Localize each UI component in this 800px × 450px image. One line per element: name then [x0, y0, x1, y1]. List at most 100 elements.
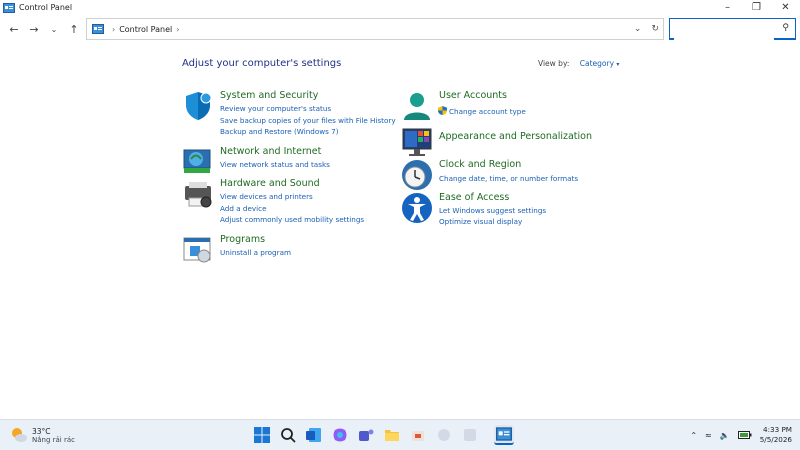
pinned-app-faded-2[interactable]	[460, 425, 480, 445]
clock-time: 4:33 PM	[763, 425, 792, 434]
battery-icon[interactable]	[737, 430, 752, 440]
category-user-accounts: User Accounts Change account type	[401, 90, 611, 124]
navigation-bar: ← → ⌄ ↑ › Control Panel › ⌄ ↻ ⚲	[0, 15, 800, 43]
word-app[interactable]	[304, 425, 324, 445]
category-title[interactable]: Programs	[220, 234, 265, 245]
category-network-internet: Network and Internet View network status…	[182, 146, 392, 176]
start-button[interactable]	[252, 425, 272, 445]
minimize-icon: –	[725, 2, 730, 13]
category-title[interactable]: Ease of Access	[439, 192, 509, 203]
maximize-button[interactable]: ❐	[742, 0, 771, 15]
search-box[interactable]: ⚲	[669, 18, 796, 41]
clock[interactable]: 4:33 PM 5/5/2026	[760, 425, 792, 445]
caret-down-icon: ▾	[616, 61, 620, 68]
close-button[interactable]: ✕	[771, 0, 800, 15]
chevron-right-icon[interactable]: ›	[176, 25, 179, 34]
search-icon	[281, 428, 296, 443]
view-by-value: Category	[579, 59, 615, 68]
search-input[interactable]	[674, 22, 774, 41]
address-bar[interactable]: › Control Panel › ⌄ ↻	[86, 18, 664, 40]
back-button[interactable]: ←	[4, 19, 24, 39]
restore-icon: ❐	[752, 2, 761, 13]
control-panel-window: Control Panel – ❐ ✕ ← → ⌄ ↑ › Control Pa…	[0, 0, 800, 450]
control-panel-taskbar-app[interactable]	[494, 425, 514, 445]
category-title[interactable]: Network and Internet	[220, 146, 321, 157]
link-change-account-type[interactable]: Change account type	[449, 107, 526, 116]
system-tray: ⌃ ≈ 🔈 4:33 PM 5/5/2026	[690, 425, 792, 445]
teams-icon	[359, 429, 374, 441]
chevron-right-icon: ›	[112, 24, 116, 34]
link-date-time-formats[interactable]: Change date, time, or number formats	[439, 174, 578, 183]
arrow-left-icon: ←	[9, 22, 19, 36]
copilot-app[interactable]	[330, 425, 350, 445]
app-icon	[464, 429, 476, 441]
monitor-icon	[402, 128, 432, 156]
link-add-device[interactable]: Add a device	[220, 204, 267, 213]
category-hardware-sound: Hardware and Sound View devices and prin…	[182, 178, 392, 228]
folder-icon	[385, 430, 399, 441]
link-devices-printers[interactable]: View devices and printers	[220, 192, 313, 201]
windows-icon	[254, 427, 270, 443]
search-icon[interactable]: ⚲	[782, 23, 789, 33]
taskbar-apps	[252, 425, 514, 445]
window-title: Control Panel	[19, 3, 73, 12]
link-backup-restore[interactable]: Backup and Restore (Windows 7)	[220, 127, 339, 136]
weather-description: Nắng rải rác	[32, 435, 75, 444]
programs-icon	[183, 237, 211, 263]
minimize-button[interactable]: –	[713, 0, 742, 15]
category-title[interactable]: System and Security	[220, 90, 318, 101]
page-title: Adjust your computer's settings	[182, 58, 342, 69]
close-icon: ✕	[781, 2, 790, 13]
chevron-down-icon: ⌄	[50, 24, 58, 34]
link-optimize-visual[interactable]: Optimize visual display	[439, 217, 522, 226]
link-review-status[interactable]: Review your computer's status	[220, 104, 331, 113]
wifi-icon[interactable]: ≈	[705, 431, 712, 440]
category-ease-of-access: Ease of Access Let Windows suggest setti…	[401, 192, 611, 232]
view-by: View by: Category ▾	[538, 59, 619, 68]
control-panel-icon	[92, 24, 104, 34]
breadcrumb-control-panel[interactable]: Control Panel	[119, 25, 172, 34]
refresh-icon[interactable]: ↻	[651, 24, 659, 34]
uac-shield-icon	[438, 106, 447, 115]
weather-widget[interactable]: 33°C Nắng rải rác	[10, 426, 75, 444]
category-system-security: System and Security Review your computer…	[182, 90, 396, 140]
link-mobility-settings[interactable]: Adjust commonly used mobility settings	[220, 215, 364, 224]
category-title[interactable]: User Accounts	[439, 90, 507, 101]
printer-icon	[185, 182, 212, 208]
address-dropdown-icon[interactable]: ⌄	[634, 24, 642, 34]
copilot-icon	[333, 428, 347, 442]
weather-temperature: 33°C	[32, 426, 51, 436]
category-title[interactable]: Appearance and Personalization	[439, 131, 592, 142]
word-icon	[306, 428, 321, 442]
control-panel-icon	[496, 427, 512, 441]
clock-date: 5/5/2026	[759, 435, 792, 444]
link-suggest-settings[interactable]: Let Windows suggest settings	[439, 206, 546, 215]
arrow-right-icon: →	[29, 22, 39, 36]
pinned-app-faded[interactable]	[434, 425, 454, 445]
link-uninstall-program[interactable]: Uninstall a program	[220, 248, 291, 257]
shield-icon	[186, 92, 212, 120]
category-appearance: Appearance and Personalization	[401, 127, 631, 156]
category-programs: Programs Uninstall a program	[182, 234, 392, 264]
category-title[interactable]: Hardware and Sound	[220, 178, 320, 189]
volume-icon[interactable]: 🔈	[720, 431, 730, 440]
app-icon	[438, 429, 450, 441]
search-taskbar-button[interactable]	[278, 425, 298, 445]
category-title[interactable]: Clock and Region	[439, 159, 521, 170]
up-button[interactable]: ↑	[64, 19, 84, 39]
recent-locations-button[interactable]: ⌄	[44, 19, 64, 39]
link-file-history[interactable]: Save backup copies of your files with Fi…	[220, 116, 396, 125]
chevron-up-icon[interactable]: ⌃	[690, 431, 697, 440]
store-icon	[412, 431, 424, 441]
view-by-dropdown[interactable]: Category ▾	[580, 59, 620, 68]
app-store-app[interactable]	[408, 425, 428, 445]
forward-button[interactable]: →	[24, 19, 44, 39]
file-explorer-app[interactable]	[382, 425, 402, 445]
taskbar: 33°C Nắng rải rác ⌃ ≈ 🔈 4:33 PM 5/5/2026	[0, 419, 800, 450]
link-network-status[interactable]: View network status and tasks	[220, 160, 330, 169]
title-bar: Control Panel – ❐ ✕	[0, 0, 800, 15]
clock-icon	[402, 160, 432, 190]
accessibility-icon	[402, 193, 432, 223]
arrow-up-icon: ↑	[69, 22, 79, 36]
teams-app[interactable]	[356, 425, 376, 445]
